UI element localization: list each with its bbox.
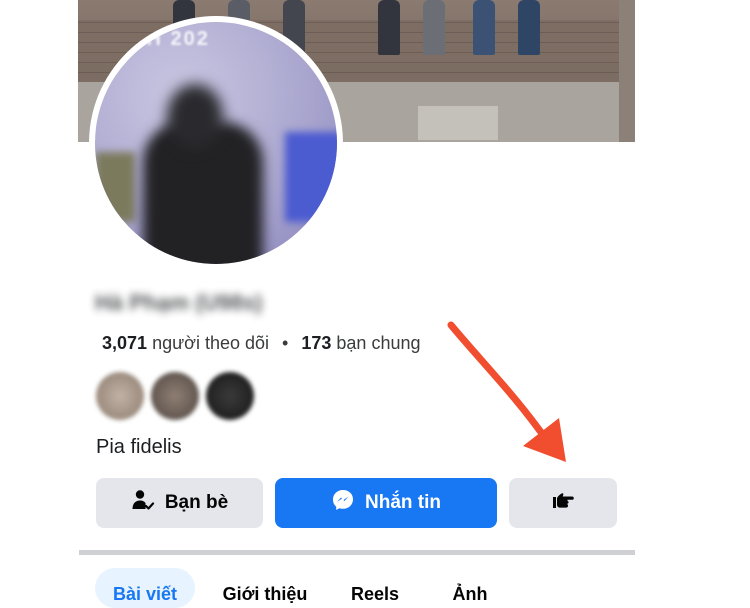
followers-count[interactable]: 3,071 (102, 333, 147, 353)
tab-photos[interactable]: Ảnh (445, 568, 495, 608)
friends-button-label: Bạn bè (164, 492, 229, 513)
mutual-friend-avatar[interactable] (151, 372, 199, 420)
avatar-background-object (95, 152, 135, 222)
friend-check-icon (131, 488, 155, 518)
tab-reels[interactable]: Reels (345, 568, 405, 608)
mutual-friends-count[interactable]: 173 (301, 333, 331, 353)
tab-about[interactable]: Giới thiệu (220, 568, 310, 608)
profile-stats: 3,071 người theo dõi • 173 bạn chung (102, 333, 420, 354)
mutual-friend-avatar[interactable] (96, 372, 144, 420)
messenger-icon (331, 488, 355, 518)
followers-label[interactable]: người theo dõi (152, 333, 269, 353)
profile-avatar[interactable]: GH 202 (89, 16, 343, 270)
tab-posts[interactable]: Bài viết (95, 568, 195, 608)
avatar-photo: GH 202 (95, 22, 337, 264)
cover-person (518, 0, 540, 55)
cover-person (378, 0, 400, 55)
cover-person (473, 0, 495, 55)
avatar-person-head (167, 84, 223, 148)
mutual-friend-avatar[interactable] (206, 372, 254, 420)
stats-separator: • (282, 333, 289, 353)
cover-edge (619, 0, 635, 142)
cover-person (423, 0, 445, 55)
message-button-label: Nhắn tin (365, 492, 441, 513)
mutual-friends-label[interactable]: bạn chung (336, 333, 420, 353)
avatar-banner-text: GH 202 (129, 28, 210, 50)
friends-button[interactable]: Bạn bè (96, 478, 263, 528)
avatar-background-object (285, 132, 337, 222)
section-divider (79, 550, 635, 555)
profile-bio: Pia fidelis (96, 436, 182, 458)
profile-name: Hà Phạm (U98s) (95, 290, 263, 315)
pointing-hand-icon (551, 489, 575, 517)
poke-button[interactable] (509, 478, 617, 528)
message-button[interactable]: Nhắn tin (275, 478, 497, 528)
